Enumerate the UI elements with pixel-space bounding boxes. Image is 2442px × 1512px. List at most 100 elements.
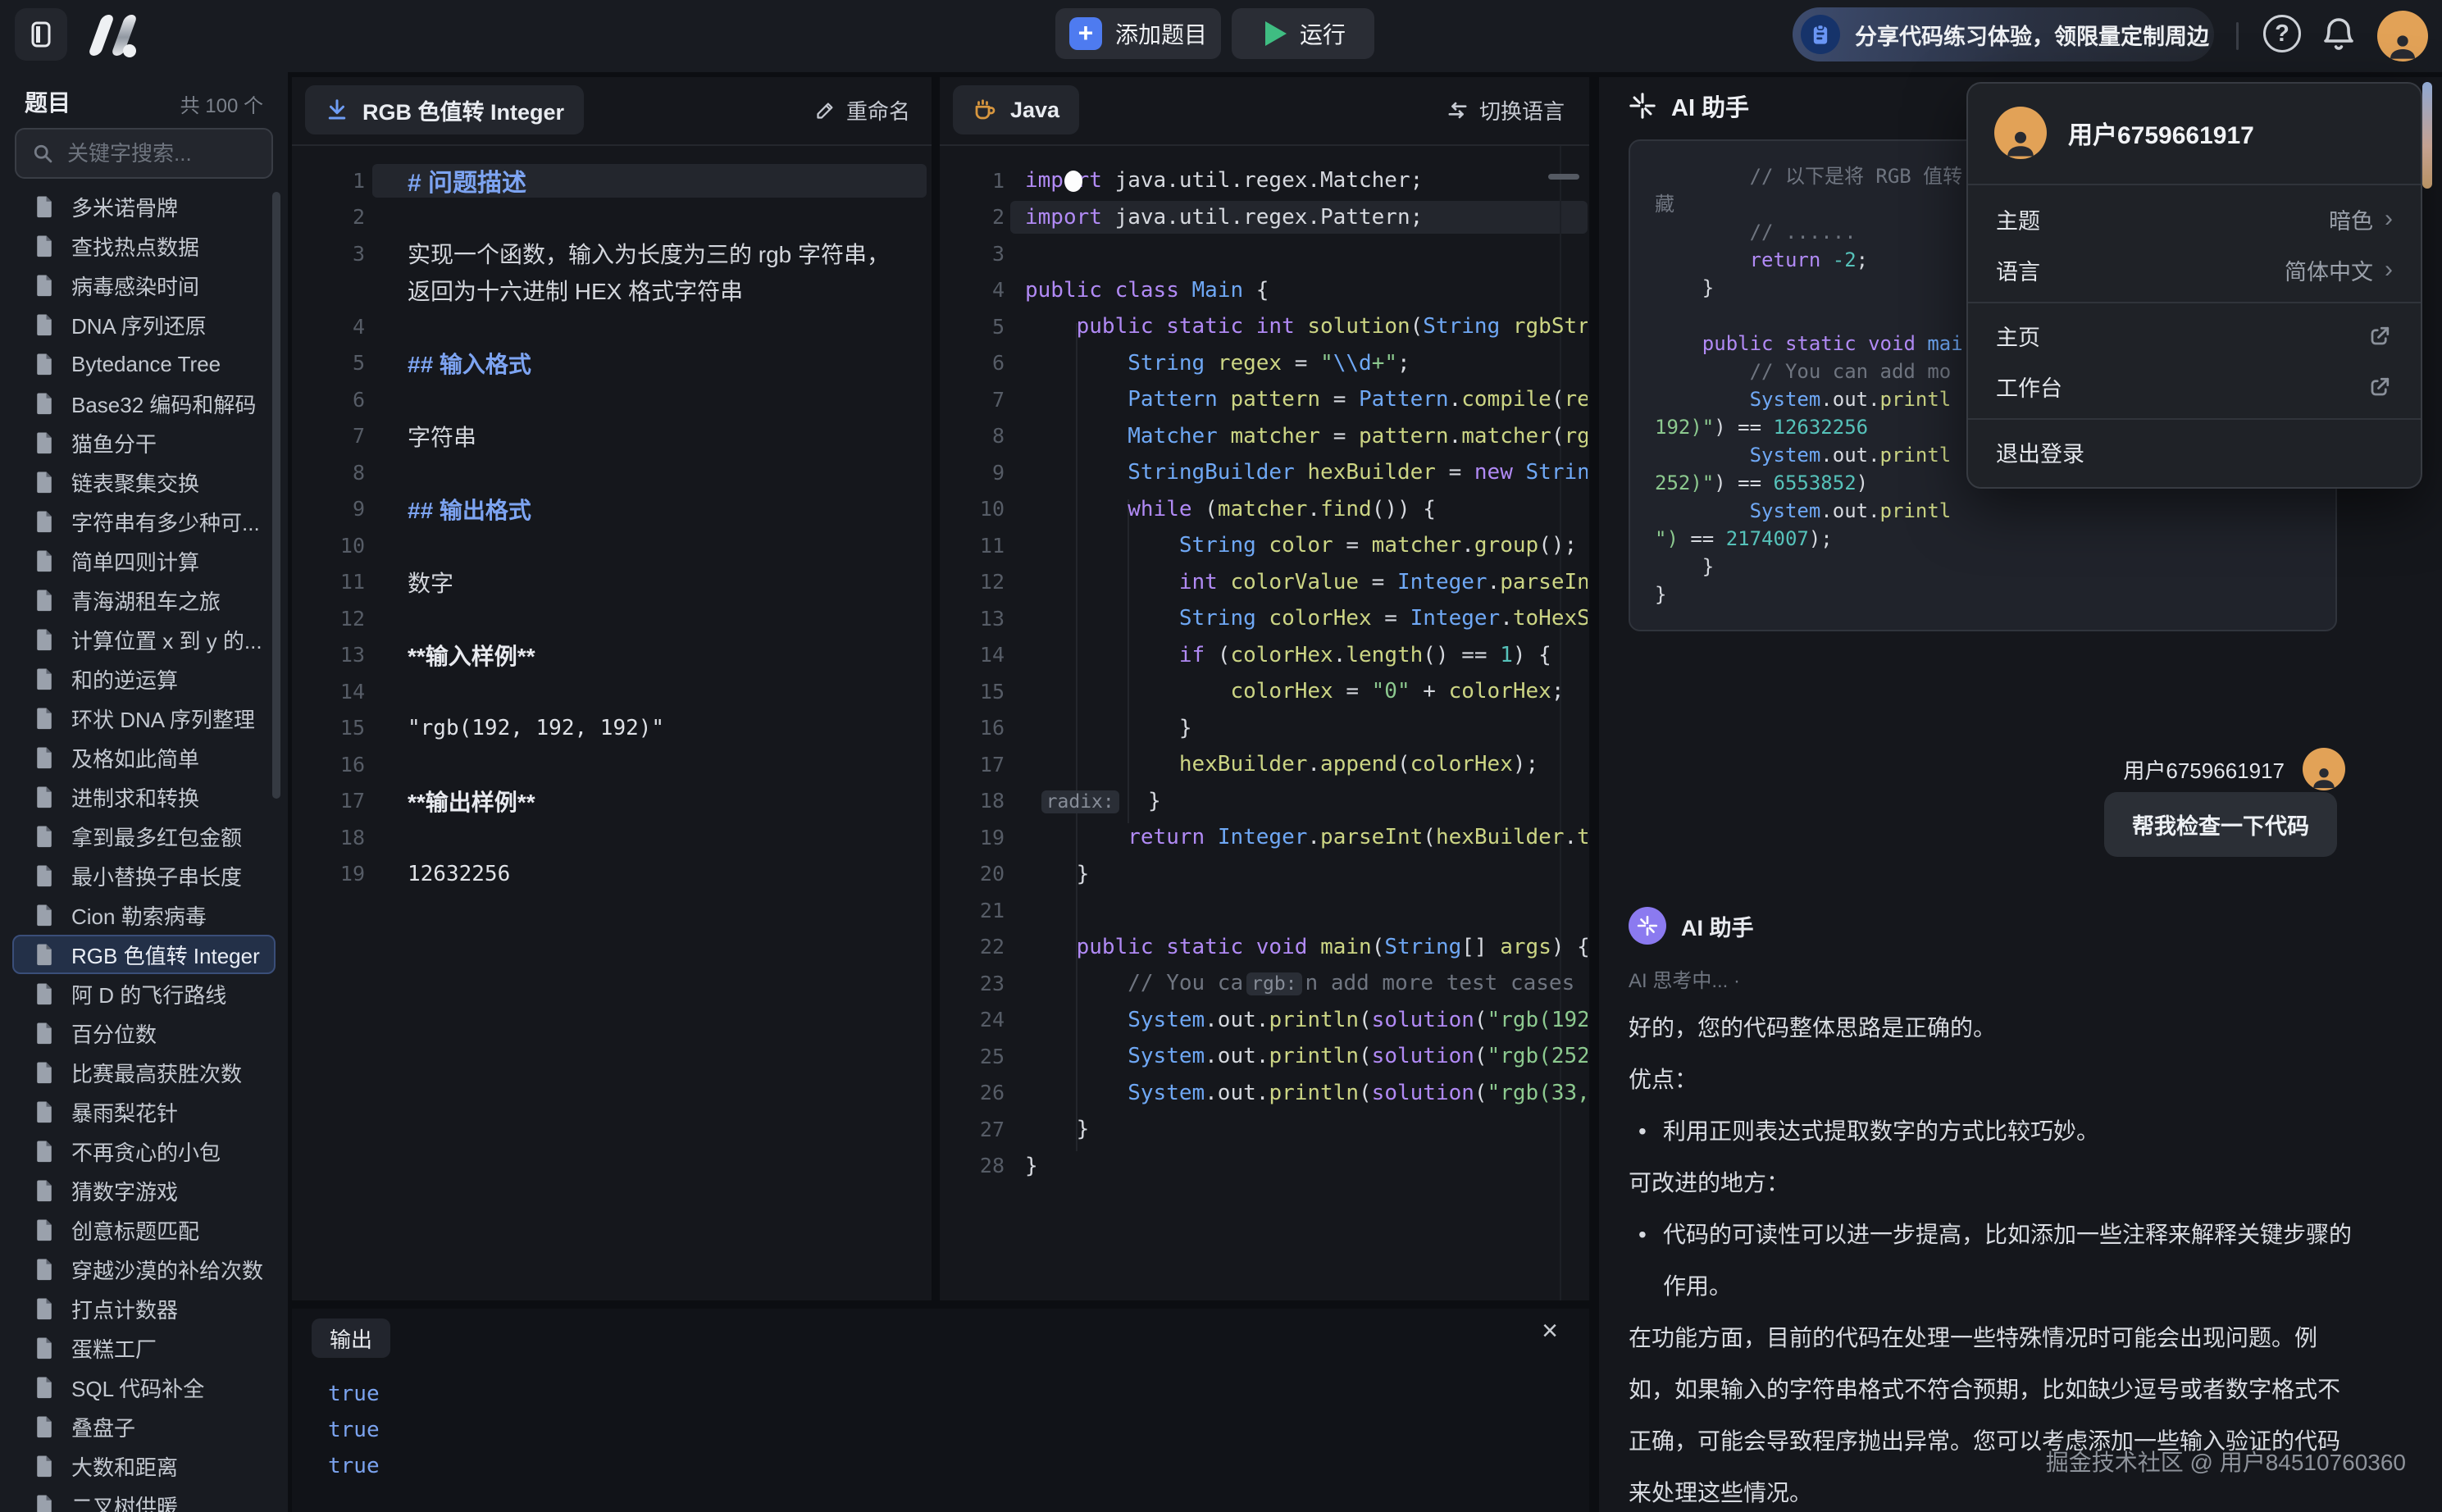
switch-language-button[interactable]: 切换语言 [1446, 95, 1565, 125]
sidebar-item[interactable]: 比赛最高获胜次数 [12, 1053, 276, 1092]
editor-horizontal-scrollbar[interactable] [1548, 174, 1579, 180]
sidebar-item[interactable]: 蛋糕工厂 [12, 1328, 276, 1368]
user-avatar-button[interactable] [2377, 11, 2428, 61]
run-button[interactable]: 运行 [1232, 8, 1374, 59]
sidebar-item[interactable]: 百分位数 [12, 1013, 276, 1053]
close-icon[interactable]: × [1542, 1315, 1558, 1347]
sidebar-item[interactable]: 计算位置 x 到 y 的... [12, 620, 276, 659]
description-line[interactable]: 10 [292, 527, 930, 564]
description-line[interactable]: 3实现一个函数，输入为长度为三的 rgb 字符串， [292, 235, 930, 272]
sidebar-item[interactable]: 猜数字游戏 [12, 1171, 276, 1210]
menu-item-home[interactable]: 主页 [1968, 310, 2421, 361]
description-line[interactable]: 1912632256 [292, 856, 930, 893]
description-line[interactable]: 6 [292, 381, 930, 418]
description-line[interactable]: 5## 输入格式 [292, 345, 930, 382]
description-line[interactable]: 返回为十六进制 HEX 格式字符串 [292, 272, 930, 309]
code-line[interactable]: 3 [940, 235, 1588, 272]
description-line[interactable]: 14 [292, 673, 930, 710]
sidebar-item[interactable]: 叠盘子 [12, 1407, 276, 1446]
code-line[interactable]: 4public class Main { [940, 272, 1588, 309]
promo-banner[interactable]: 分享代码练习体验，领限量定制周边 [1793, 7, 2214, 61]
description-line[interactable]: 16 [292, 746, 930, 783]
sidebar-item[interactable]: 最小替换子串长度 [12, 856, 276, 895]
description-line[interactable]: 9## 输出格式 [292, 491, 930, 528]
page-scrollbar-thumb[interactable] [2422, 82, 2432, 189]
description-line[interactable]: 1# 问题描述 [292, 162, 930, 199]
menu-item-logout[interactable]: 退出登录 [1968, 426, 2421, 477]
sidebar-item[interactable]: Base32 编码和解码 [12, 384, 276, 423]
menu-item-workspace[interactable]: 工作台 [1968, 361, 2421, 412]
sidebar-item[interactable]: 大数和距离 [12, 1446, 276, 1486]
code-line[interactable]: 26 System.out.println(solution("rgb(33, … [940, 1075, 1588, 1112]
description-line[interactable]: 4 [292, 308, 930, 345]
menu-item-language[interactable]: 语言 简体中文› [1968, 244, 2421, 295]
sidebar-item[interactable]: RGB 色值转 Integer [12, 935, 276, 974]
code-line[interactable]: 19 return Integer.parseInt(hexBuilder.to… [940, 819, 1588, 856]
description-line[interactable]: 12 [292, 600, 930, 637]
notification-bell-button[interactable] [2319, 15, 2358, 54]
code-line[interactable]: 14 if (colorHex.length() == 1) { [940, 637, 1588, 674]
code-line[interactable]: 17 hexBuilder.append(colorHex); [940, 746, 1588, 783]
sidebar-item[interactable]: 进制求和转换 [12, 777, 276, 817]
menu-item-theme[interactable]: 主题 暗色› [1968, 194, 2421, 244]
code-line[interactable]: 6 String regex = "\\d+"; [940, 345, 1588, 382]
description-content[interactable]: 1# 问题描述23实现一个函数，输入为长度为三的 rgb 字符串，返回为十六进制… [292, 162, 930, 1297]
code-line[interactable]: 11 String color = matcher.group(); [940, 527, 1588, 564]
description-line[interactable]: 13**输入样例** [292, 637, 930, 674]
description-line[interactable]: 7字符串 [292, 418, 930, 455]
sidebar-item[interactable]: 二叉树供暖 [12, 1486, 276, 1512]
add-problem-button[interactable]: + 添加题目 [1055, 8, 1221, 59]
sidebar-item[interactable]: 多米诺骨牌 [12, 187, 276, 226]
description-line[interactable]: 18 [292, 819, 930, 856]
sidebar-item[interactable]: 病毒感染时间 [12, 266, 276, 305]
description-line[interactable]: 17**输出样例** [292, 783, 930, 820]
description-line[interactable]: 11数字 [292, 564, 930, 601]
sidebar-item[interactable]: 和的逆运算 [12, 659, 276, 699]
code-line[interactable]: 20 } [940, 856, 1588, 893]
code-line[interactable]: 23 // You cargb:n add more test cases [940, 965, 1588, 1002]
description-line[interactable]: 8 [292, 454, 930, 491]
sidebar-item[interactable]: DNA 序列还原 [12, 305, 276, 344]
sidebar-item[interactable]: 及格如此简单 [12, 738, 276, 777]
code-line[interactable]: 10 while (matcher.find()) { [940, 491, 1588, 528]
sidebar-item[interactable]: Cion 勒索病毒 [12, 895, 276, 935]
output-tab[interactable]: 输出 [312, 1318, 390, 1358]
sidebar-item[interactable]: 简单四则计算 [12, 541, 276, 581]
rename-button[interactable]: 重命名 [814, 95, 910, 125]
code-line[interactable]: 28} [940, 1148, 1588, 1185]
code-line[interactable]: 15 colorHex = "0" + colorHex; [940, 673, 1588, 710]
code-line[interactable]: 8 Matcher matcher = pattern.matcher(rgbS… [940, 418, 1588, 455]
code-line[interactable]: 27 } [940, 1111, 1588, 1148]
description-line[interactable]: 15"rgb(192, 192, 192)" [292, 710, 930, 747]
sidebar-item[interactable]: 创意标题匹配 [12, 1210, 276, 1250]
sidebar-item[interactable]: 暴雨梨花针 [12, 1092, 276, 1132]
sidebar-item[interactable]: 字符串有多少种可... [12, 502, 276, 541]
code-line[interactable]: 22 public static void main(String[] args… [940, 929, 1588, 966]
code-line[interactable]: 2import java.util.regex.Pattern; [940, 199, 1588, 236]
sidebar-scrollbar[interactable] [272, 192, 280, 799]
code-line[interactable]: 16 } [940, 710, 1588, 747]
help-button[interactable]: ? [2263, 15, 2301, 52]
sidebar-item[interactable]: Bytedance Tree [12, 344, 276, 384]
code-line[interactable]: 1import java.util.regex.Matcher; [940, 162, 1588, 199]
editor-content[interactable]: 1import java.util.regex.Matcher;2import … [940, 162, 1588, 1297]
sidebar-item[interactable]: 拿到最多红包金额 [12, 817, 276, 856]
description-line[interactable]: 2 [292, 199, 930, 236]
sidebar-item[interactable]: 青海湖租车之旅 [12, 581, 276, 620]
sidebar-item[interactable]: 穿越沙漠的补给次数 [12, 1250, 276, 1289]
code-line[interactable]: 21 [940, 892, 1588, 929]
sidebar-item[interactable]: 不再贪心的小包 [12, 1132, 276, 1171]
sidebar-item[interactable]: 查找热点数据 [12, 226, 276, 266]
code-line[interactable]: 9 StringBuilder hexBuilder = new StringB… [940, 454, 1588, 491]
sidebar-item[interactable]: 链表聚集交换 [12, 462, 276, 502]
sidebar-item[interactable]: 环状 DNA 序列整理 [12, 699, 276, 738]
problem-title-pill[interactable]: RGB 色值转 Integer [305, 85, 584, 134]
code-line[interactable]: 5 public static int solution(String rgbS… [940, 308, 1588, 345]
code-line[interactable]: 7 Pattern pattern = Pattern.compile(rege… [940, 381, 1588, 418]
code-line[interactable]: 18 radix: } [940, 783, 1588, 820]
sidebar-item[interactable]: 猫鱼分干 [12, 423, 276, 462]
search-input[interactable] [66, 140, 249, 167]
code-line[interactable]: 13 String colorHex = Integer.toHexString… [940, 600, 1588, 637]
search-box[interactable] [15, 128, 273, 179]
sidebar-item[interactable]: SQL 代码补全 [12, 1368, 276, 1407]
